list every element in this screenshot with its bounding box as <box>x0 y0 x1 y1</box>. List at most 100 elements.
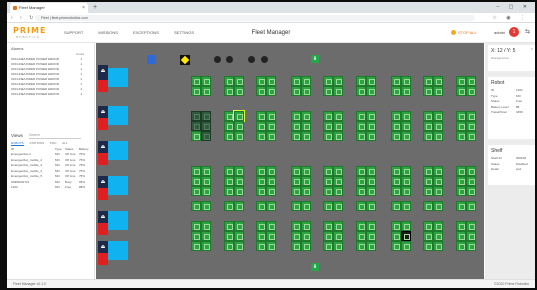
charger-icon[interactable] <box>261 56 268 63</box>
pod-shelf[interactable] <box>291 241 301 251</box>
pod-shelf[interactable] <box>301 121 311 131</box>
pod-shelf[interactable] <box>323 86 333 96</box>
pod-shelf[interactable] <box>266 86 276 96</box>
pod-shelf[interactable] <box>266 221 276 231</box>
pod-shelf[interactable] <box>433 121 443 131</box>
pod-shelf[interactable] <box>201 111 211 121</box>
pod-shelf[interactable] <box>234 131 244 141</box>
pod-shelf[interactable] <box>256 131 266 141</box>
pod-shelf[interactable] <box>234 231 244 241</box>
pod-shelf[interactable] <box>191 86 201 96</box>
new-tab-button[interactable]: + <box>93 2 97 13</box>
station-marker-icon[interactable]: ⏏ <box>98 176 108 188</box>
pod-shelf[interactable] <box>401 121 411 131</box>
close-icon[interactable]: × <box>531 46 533 51</box>
pod-shelf[interactable] <box>466 201 476 211</box>
pod-shelf[interactable] <box>233 110 245 122</box>
pod-shelf[interactable] <box>433 241 443 251</box>
pod-shelf[interactable] <box>256 241 266 251</box>
warehouse-map[interactable]: ⏏⏏⏏⏏⏏⏏⏏⏏⏏⬇⬇ <box>96 43 529 279</box>
pod-shelf[interactable] <box>256 176 266 186</box>
pod-shelf[interactable] <box>356 201 366 211</box>
pod-shelf[interactable] <box>401 111 411 121</box>
pod-shelf[interactable] <box>466 221 476 231</box>
pod-shelf[interactable] <box>266 231 276 241</box>
pod-shelf[interactable] <box>301 241 311 251</box>
pod-shelf[interactable] <box>191 241 201 251</box>
pod-shelf[interactable] <box>401 176 411 186</box>
pod-shelf[interactable] <box>456 86 466 96</box>
pod-shelf[interactable] <box>366 76 376 86</box>
pod-shelf[interactable] <box>323 166 333 176</box>
entry-marker-icon[interactable]: ⬇ <box>311 263 319 271</box>
pod-shelf[interactable] <box>401 221 411 231</box>
pod-shelf[interactable] <box>234 76 244 86</box>
pod-shelf[interactable] <box>466 176 476 186</box>
station-blue[interactable] <box>108 176 128 195</box>
logo[interactable]: PRIME <box>13 26 46 35</box>
pod-shelf[interactable] <box>456 186 466 196</box>
pod-shelf[interactable] <box>423 111 433 121</box>
pod-shelf[interactable] <box>201 176 211 186</box>
pod-shelf[interactable] <box>266 176 276 186</box>
pod-shelf[interactable] <box>301 131 311 141</box>
pod-shelf[interactable] <box>256 111 266 121</box>
pod-shelf[interactable] <box>266 121 276 131</box>
nav-settings[interactable]: SETTINGS <box>174 23 194 43</box>
pod-shelf[interactable] <box>356 111 366 121</box>
pod-shelf[interactable] <box>256 186 266 196</box>
station-blue[interactable] <box>108 106 128 125</box>
pod-shelf[interactable] <box>401 166 411 176</box>
pod-shelf[interactable] <box>224 241 234 251</box>
pod-shelf[interactable] <box>323 231 333 241</box>
pod-shelf[interactable] <box>291 201 301 211</box>
station-blue[interactable] <box>108 141 128 160</box>
pod-shelf[interactable] <box>201 76 211 86</box>
pod-shelf[interactable] <box>466 111 476 121</box>
pod-shelf[interactable] <box>356 121 366 131</box>
pod-shelf[interactable] <box>191 111 201 121</box>
pod-shelf[interactable] <box>323 241 333 251</box>
pod-shelf[interactable] <box>391 186 401 196</box>
pod-shelf[interactable] <box>433 111 443 121</box>
pod-shelf[interactable] <box>433 186 443 196</box>
pod-shelf[interactable] <box>356 166 366 176</box>
pod-shelf[interactable] <box>291 176 301 186</box>
pod-shelf[interactable] <box>291 186 301 196</box>
pod-shelf[interactable] <box>333 121 343 131</box>
pod-shelf[interactable] <box>323 76 333 86</box>
pod-shelf[interactable] <box>366 231 376 241</box>
pod-shelf[interactable] <box>301 86 311 96</box>
menu-icon[interactable]: ⇆ <box>525 28 530 35</box>
pod-shelf[interactable] <box>201 241 211 251</box>
pod-shelf[interactable] <box>301 76 311 86</box>
pod-shelf[interactable] <box>401 76 411 86</box>
pod-shelf[interactable] <box>456 231 466 241</box>
pod-shelf[interactable] <box>433 86 443 96</box>
table-row[interactable]: 1202 MO Free 88% <box>7 185 95 191</box>
pod-shelf[interactable] <box>466 86 476 96</box>
pod-shelf[interactable] <box>234 86 244 96</box>
pod-shelf[interactable] <box>191 186 201 196</box>
pod-shelf[interactable] <box>423 131 433 141</box>
pod-shelf[interactable] <box>366 186 376 196</box>
pod-shelf[interactable] <box>234 186 244 196</box>
pod-shelf[interactable] <box>234 221 244 231</box>
pod-shelf[interactable] <box>356 186 366 196</box>
pod-shelf[interactable] <box>366 241 376 251</box>
pod-shelf[interactable] <box>423 76 433 86</box>
pod-shelf[interactable] <box>201 86 211 96</box>
pod-shelf[interactable] <box>391 86 401 96</box>
views-search-input[interactable]: Search <box>29 133 81 139</box>
pod-shelf[interactable] <box>266 186 276 196</box>
pod-shelf[interactable] <box>356 176 366 186</box>
pod-shelf[interactable] <box>224 221 234 231</box>
pod-shelf[interactable] <box>366 111 376 121</box>
pod-shelf[interactable] <box>323 221 333 231</box>
pod-shelf[interactable] <box>391 231 401 241</box>
pod-shelf[interactable] <box>466 76 476 86</box>
pod-shelf[interactable] <box>224 111 234 121</box>
tab-all[interactable]: ALL <box>62 141 67 145</box>
pod-shelf[interactable] <box>456 131 466 141</box>
pod-shelf[interactable] <box>433 221 443 231</box>
